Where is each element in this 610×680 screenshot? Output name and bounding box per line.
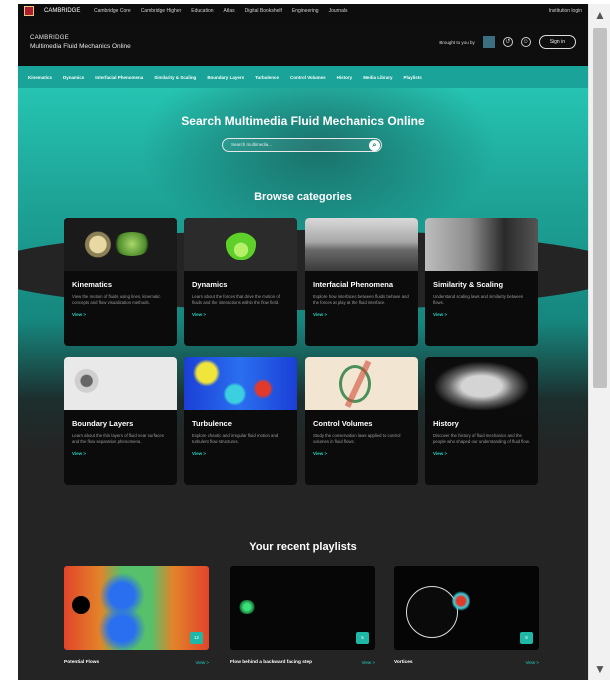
turbulence-image bbox=[184, 357, 297, 410]
scroll-up-icon[interactable]: ▲ bbox=[589, 8, 610, 22]
card-view-link[interactable]: View > bbox=[72, 451, 177, 456]
header-actions: Brought to you by ↺ ☺ Sign in bbox=[439, 35, 576, 49]
similarity-image bbox=[425, 218, 538, 271]
search-icon[interactable]: ⌕ bbox=[369, 140, 380, 151]
browse-heading: Browse categories bbox=[254, 191, 352, 203]
scroll-down-icon[interactable]: ▼ bbox=[589, 662, 610, 676]
user-icon[interactable]: ☺ bbox=[520, 37, 531, 47]
nav-item-interfacial[interactable]: Interfacial Phenomena bbox=[95, 75, 143, 80]
card-description: Explore chaotic and irregular fluid moti… bbox=[192, 433, 279, 444]
kinematics-image bbox=[64, 218, 177, 271]
card-description: Explore how interfaces between fluids be… bbox=[313, 294, 409, 305]
nav-item-playlists[interactable]: Playlists bbox=[403, 75, 421, 80]
publisher-logo[interactable]: CAMBRIDGE bbox=[44, 8, 84, 14]
site-title[interactable]: CAMBRIDGE Multimedia Fluid Mechanics Onl… bbox=[30, 35, 439, 50]
nav-item-media-library[interactable]: Media Library bbox=[363, 75, 392, 80]
sign-in-button[interactable]: Sign in bbox=[538, 35, 576, 49]
card-view-link[interactable]: View > bbox=[313, 312, 418, 317]
card-title: Kinematics bbox=[72, 280, 113, 289]
topbar-link[interactable]: Education bbox=[191, 8, 213, 14]
card-title: Similarity & Scaling bbox=[433, 280, 504, 289]
card-title: Control Volumes bbox=[313, 419, 373, 428]
topbar-link[interactable]: Engineering bbox=[292, 8, 319, 14]
browser-viewport: CAMBRIDGE Cambridge Core Cambridge Highe… bbox=[18, 4, 588, 680]
playlist-count-badge: 8 bbox=[520, 632, 533, 644]
card-description: Study the conservation laws applied to c… bbox=[313, 433, 401, 444]
card-title: Dynamics bbox=[192, 280, 228, 289]
card-description: Learn about the thin layers of fluid nea… bbox=[72, 433, 164, 444]
playlist-name[interactable]: Vortices bbox=[394, 660, 413, 665]
playlist-name[interactable]: Potential Flows bbox=[64, 660, 99, 665]
card-description: Understand scaling laws and similarity b… bbox=[433, 294, 524, 305]
search-input[interactable]: Search multimedia... bbox=[231, 142, 272, 147]
nav-item-boundary-layers[interactable]: Boundary Layers bbox=[207, 75, 244, 80]
card-description: Discover the history of fluid mechanics … bbox=[433, 433, 530, 444]
boundary-layers-image bbox=[64, 357, 177, 410]
playlist-count-badge: 5 bbox=[356, 632, 369, 644]
search-heading: Search Multimedia Fluid Mechanics Online bbox=[181, 114, 425, 128]
topbar-link[interactable]: Cambridge Higher bbox=[141, 8, 182, 14]
playlist-thumbnail[interactable]: 8 bbox=[394, 566, 539, 650]
card-view-link[interactable]: View > bbox=[433, 312, 538, 317]
main-nav: Kinematics Dynamics Interfacial Phenomen… bbox=[18, 66, 588, 88]
topbar-link[interactable]: Digital Bookshelf bbox=[245, 8, 282, 14]
site-title-top: CAMBRIDGE bbox=[30, 34, 70, 41]
nav-item-control-volumes[interactable]: Control Volumes bbox=[290, 75, 326, 80]
card-title: History bbox=[433, 419, 459, 428]
playlist-name[interactable]: Flow behind a backward facing step bbox=[230, 660, 312, 665]
card-title: Boundary Layers bbox=[72, 419, 134, 428]
playlist-card[interactable]: 12 Potential Flows View > bbox=[64, 566, 209, 678]
playlist-view-link[interactable]: View > bbox=[361, 660, 375, 665]
control-volumes-image bbox=[305, 357, 418, 410]
site-title-main: Multimedia Fluid Mechanics Online bbox=[30, 42, 131, 50]
playlist-count-badge: 12 bbox=[190, 632, 203, 644]
dynamics-image bbox=[184, 218, 297, 271]
scrollbar[interactable]: ▲ ▼ bbox=[588, 4, 610, 680]
category-card-turbulence[interactable]: Turbulence Explore chaotic and irregular… bbox=[184, 357, 297, 485]
search-box[interactable]: Search multimedia... ⌕ bbox=[222, 138, 382, 152]
card-view-link[interactable]: View > bbox=[433, 451, 538, 456]
playlist-thumbnail[interactable]: 12 bbox=[64, 566, 209, 650]
playlist-view-link[interactable]: View > bbox=[195, 660, 209, 665]
playlist-view-link[interactable]: View > bbox=[525, 660, 539, 665]
card-view-link[interactable]: View > bbox=[192, 451, 297, 456]
institution-logo-icon bbox=[482, 36, 495, 48]
card-view-link[interactable]: View > bbox=[313, 451, 418, 456]
topbar-link[interactable]: Journals bbox=[329, 8, 348, 14]
category-card-history[interactable]: History Discover the history of fluid me… bbox=[425, 357, 538, 485]
playlists-heading: Your recent playlists bbox=[249, 541, 357, 553]
scroll-thumb[interactable] bbox=[593, 28, 607, 388]
interfacial-image bbox=[305, 218, 418, 271]
playlist-card[interactable]: 5 Flow behind a backward facing step Vie… bbox=[230, 566, 375, 678]
card-description: View the motion of fluids using lines, k… bbox=[72, 294, 161, 305]
category-card-interfacial[interactable]: Interfacial Phenomena Explore how interf… bbox=[305, 218, 418, 346]
playlist-card[interactable]: 8 Vortices View > bbox=[394, 566, 539, 678]
nav-item-kinematics[interactable]: Kinematics bbox=[28, 75, 52, 80]
nav-item-similarity[interactable]: Similarity & Scaling bbox=[154, 75, 196, 80]
hero-section: Search Multimedia Fluid Mechanics Online… bbox=[18, 88, 588, 608]
history-icon[interactable]: ↺ bbox=[502, 37, 513, 47]
nav-item-dynamics[interactable]: Dynamics bbox=[63, 75, 84, 80]
card-title: Interfacial Phenomena bbox=[313, 280, 394, 289]
card-view-link[interactable]: View > bbox=[72, 312, 177, 317]
card-title: Turbulence bbox=[192, 419, 232, 428]
category-card-kinematics[interactable]: Kinematics View the motion of fluids usi… bbox=[64, 218, 177, 346]
category-card-boundary-layers[interactable]: Boundary Layers Learn about the thin lay… bbox=[64, 357, 177, 485]
site-header: CAMBRIDGE Multimedia Fluid Mechanics Onl… bbox=[18, 18, 588, 66]
card-view-link[interactable]: View > bbox=[192, 312, 297, 317]
card-description: Learn about the forces that drive the mo… bbox=[192, 294, 280, 305]
top-utility-bar: CAMBRIDGE Cambridge Core Cambridge Highe… bbox=[18, 4, 588, 18]
university-crest-icon bbox=[24, 6, 34, 16]
category-card-similarity[interactable]: Similarity & Scaling Understand scaling … bbox=[425, 218, 538, 346]
nav-item-history[interactable]: History bbox=[337, 75, 353, 80]
brought-to-you-label: Brought to you by bbox=[439, 39, 475, 45]
institution-login-link[interactable]: Institution login bbox=[549, 8, 582, 14]
category-card-control-volumes[interactable]: Control Volumes Study the conservation l… bbox=[305, 357, 418, 485]
nav-item-turbulence[interactable]: Turbulence bbox=[255, 75, 279, 80]
category-card-dynamics[interactable]: Dynamics Learn about the forces that dri… bbox=[184, 218, 297, 346]
topbar-link[interactable]: Cambridge Core bbox=[94, 8, 131, 14]
playlist-thumbnail[interactable]: 5 bbox=[230, 566, 375, 650]
history-image bbox=[425, 357, 538, 410]
topbar-link[interactable]: Atlas bbox=[224, 8, 235, 14]
